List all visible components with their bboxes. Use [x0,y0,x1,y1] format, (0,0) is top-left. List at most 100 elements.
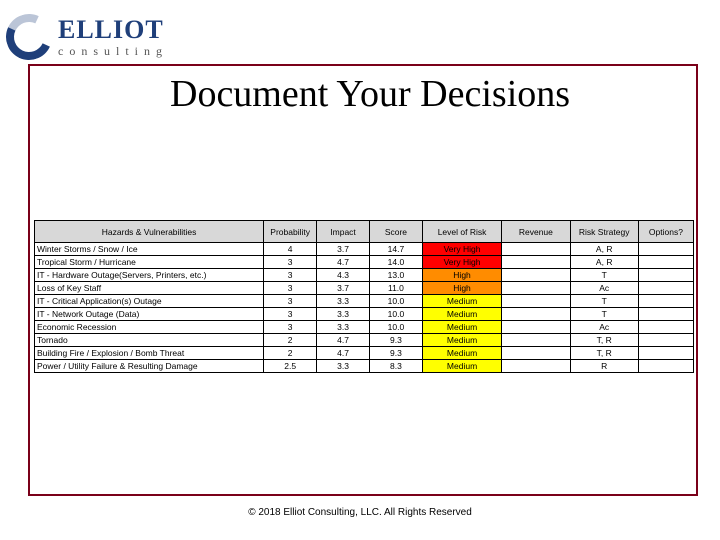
cell-risk-strategy: T [570,295,638,308]
cell-revenue [502,269,570,282]
cell-level-of-risk: High [422,269,501,282]
cell-probability: 3 [264,308,317,321]
company-logo: ELLIOT consulting [6,4,194,70]
table-row: Loss of Key Staff33.711.0High Ac [35,282,694,295]
cell-score: 8.3 [369,360,422,373]
cell-impact: 4.7 [317,334,370,347]
cell-score: 9.3 [369,347,422,360]
cell-score: 13.0 [369,269,422,282]
logo-main-text: ELLIOT [58,17,168,43]
cell-risk-strategy: R [570,360,638,373]
cell-level-of-risk: Medium [422,347,501,360]
copyright-footer: © 2018 Elliot Consulting, LLC. All Right… [0,507,720,518]
cell-hazard: Tropical Storm / Hurricane [35,256,264,269]
cell-impact: 4.7 [317,256,370,269]
cell-score: 14.7 [369,243,422,256]
col-revenue: Revenue [502,221,570,243]
table-row: Winter Storms / Snow / Ice43.714.7Very H… [35,243,694,256]
cell-risk-strategy: A, R [570,243,638,256]
cell-revenue [502,347,570,360]
cell-probability: 4 [264,243,317,256]
cell-revenue [502,295,570,308]
cell-probability: 3 [264,282,317,295]
cell-hazard: Building Fire / Explosion / Bomb Threat [35,347,264,360]
cell-score: 14.0 [369,256,422,269]
cell-probability: 3 [264,321,317,334]
cell-risk-strategy: Ac [570,282,638,295]
cell-options [638,282,693,295]
cell-probability: 3 [264,269,317,282]
col-options: Options? [638,221,693,243]
cell-score: 10.0 [369,308,422,321]
cell-revenue [502,243,570,256]
cell-level-of-risk: High [422,282,501,295]
cell-hazard: IT - Network Outage (Data) [35,308,264,321]
cell-hazard: Economic Recession [35,321,264,334]
cell-risk-strategy: T, R [570,347,638,360]
cell-impact: 3.7 [317,282,370,295]
cell-options [638,243,693,256]
cell-risk-strategy: Ac [570,321,638,334]
col-level-of-risk: Level of Risk [422,221,501,243]
logo-crescent-icon [6,14,52,60]
cell-hazard: Loss of Key Staff [35,282,264,295]
cell-score: 10.0 [369,321,422,334]
cell-options [638,269,693,282]
cell-impact: 3.3 [317,308,370,321]
cell-revenue [502,321,570,334]
cell-risk-strategy: A, R [570,256,638,269]
cell-score: 11.0 [369,282,422,295]
table-row: IT - Network Outage (Data)33.310.0Medium… [35,308,694,321]
cell-options [638,295,693,308]
cell-level-of-risk: Medium [422,321,501,334]
table-row: Tropical Storm / Hurricane34.714.0Very H… [35,256,694,269]
col-impact: Impact [317,221,370,243]
cell-revenue [502,282,570,295]
cell-options [638,308,693,321]
cell-probability: 3 [264,256,317,269]
cell-impact: 3.3 [317,360,370,373]
cell-revenue [502,360,570,373]
cell-score: 10.0 [369,295,422,308]
cell-revenue [502,334,570,347]
cell-hazard: Power / Utility Failure & Resulting Dama… [35,360,264,373]
col-risk-strategy: Risk Strategy [570,221,638,243]
cell-probability: 3 [264,295,317,308]
cell-impact: 4.7 [317,347,370,360]
table-row: Building Fire / Explosion / Bomb Threat2… [35,347,694,360]
cell-risk-strategy: T [570,269,638,282]
col-probability: Probability [264,221,317,243]
table-row: Power / Utility Failure & Resulting Dama… [35,360,694,373]
col-hazards: Hazards & Vulnerabilities [35,221,264,243]
cell-probability: 2 [264,334,317,347]
table-header-row: Hazards & Vulnerabilities Probability Im… [35,221,694,243]
cell-level-of-risk: Medium [422,334,501,347]
risk-table-container: Hazards & Vulnerabilities Probability Im… [34,220,694,373]
cell-options [638,334,693,347]
cell-score: 9.3 [369,334,422,347]
cell-level-of-risk: Very High [422,243,501,256]
table-row: Economic Recession33.310.0MediumAc [35,321,694,334]
cell-options [638,321,693,334]
cell-hazard: Winter Storms / Snow / Ice [35,243,264,256]
cell-risk-strategy: T [570,308,638,321]
cell-hazard: IT - Hardware Outage(Servers, Printers, … [35,269,264,282]
col-score: Score [369,221,422,243]
cell-impact: 4.3 [317,269,370,282]
logo-sub-text: consulting [58,45,168,57]
page-title: Document Your Decisions [170,72,570,116]
slide: ELLIOT consulting Document Your Decision… [0,0,720,540]
table-row: IT - Hardware Outage(Servers, Printers, … [35,269,694,282]
cell-options [638,256,693,269]
cell-options [638,360,693,373]
cell-impact: 3.3 [317,295,370,308]
cell-level-of-risk: Medium [422,295,501,308]
cell-revenue [502,256,570,269]
logo-text: ELLIOT consulting [58,17,168,57]
cell-hazard: IT - Critical Application(s) Outage [35,295,264,308]
cell-revenue [502,308,570,321]
table-row: IT - Critical Application(s) Outage33.31… [35,295,694,308]
cell-options [638,347,693,360]
risk-table: Hazards & Vulnerabilities Probability Im… [34,220,694,373]
cell-level-of-risk: Very High [422,256,501,269]
